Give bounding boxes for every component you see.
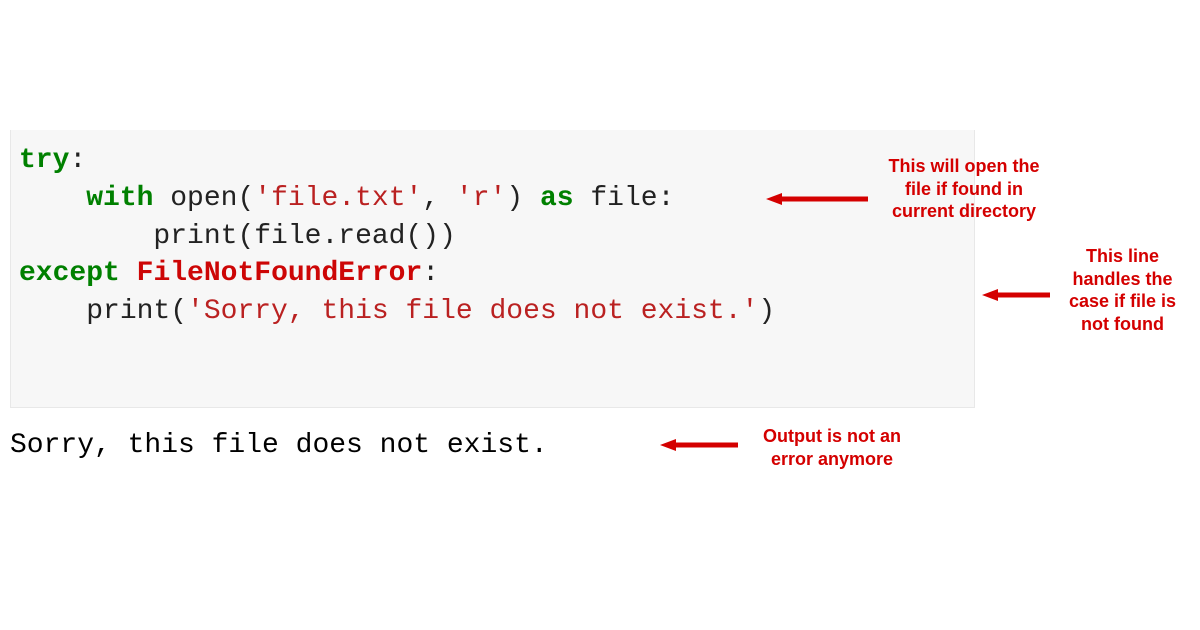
annotation-handles-case: This line handles the case if file is no… [1055, 245, 1190, 335]
string-sorry: 'Sorry, this file does not exist.' [187, 296, 758, 327]
expr-fileread: file.read() [254, 221, 439, 252]
builtin-print: print [86, 296, 170, 327]
arrow-icon [982, 287, 1050, 303]
exception-name: FileNotFoundError [137, 258, 423, 289]
keyword-as: as [540, 183, 574, 214]
code-block: try: with open('file.txt', 'r') as file:… [10, 130, 975, 408]
string-filename: 'file.txt' [254, 183, 422, 214]
arrow-icon [660, 437, 738, 453]
identifier-file: file [590, 183, 657, 214]
builtin-open: open [170, 183, 237, 214]
keyword-with: with [86, 183, 153, 214]
arrow-icon [766, 191, 868, 207]
keyword-except: except [19, 258, 120, 289]
keyword-try: try [19, 145, 69, 176]
string-mode: 'r' [456, 183, 506, 214]
annotation-output: Output is not an error anymore [743, 425, 921, 470]
builtin-print: print [153, 221, 237, 252]
output-text: Sorry, this file does not exist. [10, 430, 548, 461]
annotation-open-file: This will open the file if found in curr… [874, 155, 1054, 223]
